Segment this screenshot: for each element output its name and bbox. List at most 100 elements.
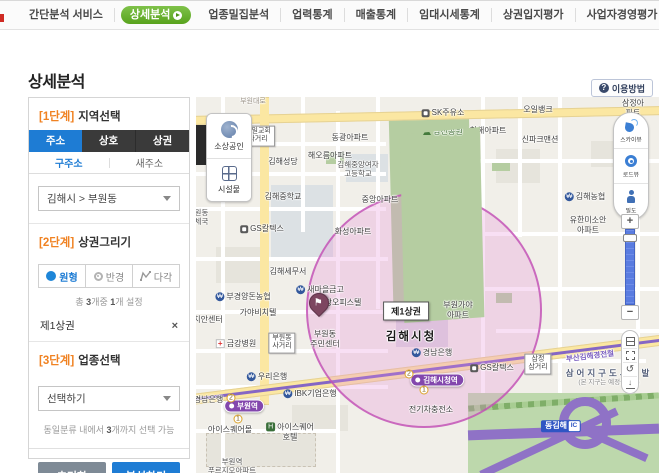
step2-badge: [2단계] (39, 237, 74, 249)
reset-button[interactable]: 초기화 (38, 462, 106, 473)
map-label: ₩경남은행 (196, 395, 223, 405)
shape-radius-button[interactable]: 반경 (86, 265, 133, 287)
page-title: 상세분석 (28, 68, 85, 92)
help-button-label: 이용방법 (612, 82, 645, 95)
map-label: 김해중앙여자 고등학교 (337, 160, 378, 178)
nav-item-label: 상세분석 (130, 6, 170, 24)
trade-area-name: 제1상권 (40, 318, 75, 333)
map-label: 부원동 사거리 (268, 333, 295, 354)
map-label: ₩김해농협 (565, 192, 605, 202)
reset-view-button[interactable]: ↺ (623, 362, 637, 376)
radius-shape-icon (94, 272, 103, 281)
download-button[interactable]: ↓ (623, 376, 637, 390)
nav-item[interactable]: 상권입지평가 (492, 8, 576, 22)
map-label: 김해중학교 (265, 192, 302, 202)
step1-header: [1단계]지역선택 (29, 98, 189, 130)
trade-area-label[interactable]: 제1상권 (383, 302, 429, 321)
nav-menu: 간단분석 서비스 상세분석 업종밀집분석 업력통계 매출통계 임대시세통계 상권입지평가 사업… (18, 6, 659, 24)
delete-area-icon[interactable]: × (172, 321, 178, 331)
tab-address[interactable]: 주소 (29, 130, 82, 152)
tab-store-name[interactable]: 상호 (82, 130, 136, 152)
trade-area-row: 제1상권 × (29, 312, 189, 341)
zoom-slider-track[interactable] (625, 229, 635, 305)
shape-summary: 총 3개중 1개 설정 (29, 295, 189, 308)
map-label: 동광아파트 (332, 133, 369, 143)
map-view-controls: 스카이뷰 로드뷰 밀도 (613, 112, 649, 220)
won-icon: ₩ (412, 349, 421, 358)
won-icon: ₩ (296, 286, 305, 295)
area-measure-button[interactable] (623, 348, 637, 362)
map-label: 치안센터 (196, 315, 223, 325)
map-label: 아이스퀘어몰 (208, 425, 252, 435)
road (196, 207, 386, 211)
satellite-dish-icon (625, 119, 638, 132)
small-business-icon (221, 121, 238, 138)
subtab-old-address[interactable]: 구주소 (29, 155, 109, 170)
nav-item-label: 업종밀집분석 (208, 9, 269, 21)
zoom-in-button[interactable]: + (621, 214, 639, 229)
facility-grid-icon (222, 166, 237, 181)
active-nav-icon (173, 11, 182, 20)
map-canvas[interactable]: 부원대로제일교회 사거리동광아파트SK주유소청해아파트오일뱅크삼정아파트해오름아… (196, 97, 659, 473)
map-label: SK주유소 (422, 108, 465, 118)
map-label: 2 (405, 370, 414, 379)
roadview-button[interactable]: 로드뷰 (614, 148, 648, 183)
nav-item[interactable]: 임대시세통계 (408, 8, 492, 22)
nav-item[interactable]: 상세분석 (121, 6, 191, 24)
nav-item[interactable]: 사업자경영평가 (576, 8, 659, 22)
skyview-button[interactable]: 스카이뷰 (614, 113, 648, 148)
shape-circle-button[interactable]: 원형 (39, 265, 86, 287)
analysis-sidebar: [1단계]지역선택 주소 상호 상권 구주소 새주소 김해시 > 부원동 [2단… (28, 97, 190, 459)
nav-item-label: 업력통계 (292, 9, 332, 21)
fuel-icon (240, 225, 248, 233)
map-label: ₩부경양돈농협 (215, 292, 270, 302)
map-label: 부원역 푸르지오아파트 (208, 457, 256, 473)
map-label: GS칼텍스 (240, 224, 284, 234)
fuel-icon (422, 109, 430, 117)
nav-edge-fragment (0, 14, 4, 22)
region-select[interactable]: 김해시 > 부원동 (38, 186, 180, 211)
help-button[interactable]: ? 이용방법 (591, 79, 653, 97)
map-label: 유한미소안 아파트 (570, 215, 607, 234)
map-label: 김해세무서 (270, 267, 307, 277)
search-type-tabs: 주소 상호 상권 (29, 130, 189, 152)
zoom-slider-handle[interactable] (623, 234, 637, 242)
undo-icon: ↺ (626, 364, 634, 375)
step2-header: [2단계]상권그리기 (29, 224, 189, 256)
map-label: 삼어지구도시개발 (566, 368, 653, 378)
map-label: IC (568, 420, 581, 432)
small-business-layer-button[interactable]: 소상공인 (207, 114, 251, 158)
nav-item-label: 상권입지평가 (503, 9, 564, 21)
plus-icon: + (216, 340, 225, 349)
nav-item[interactable]: 업종밀집분석 (197, 8, 281, 22)
chevron-down-icon (163, 196, 171, 201)
map-label: 부원동 주민센터 (310, 329, 339, 348)
analyze-button[interactable]: 분석하기 (112, 462, 180, 473)
map-label: 동김해 (541, 420, 571, 432)
map-label: 화성아파트 (335, 227, 372, 237)
hotel-icon: H (266, 423, 275, 432)
subtab-new-address[interactable]: 새주소 (110, 155, 190, 170)
zoom-out-button[interactable]: − (621, 305, 639, 320)
category-select[interactable]: 선택하기 (38, 386, 180, 411)
map-label: H아이스퀘어 호텔 (266, 422, 314, 441)
map-label: 중앙아파트 (362, 195, 399, 205)
cadastral-map-button[interactable] (623, 334, 637, 348)
shape-polygon-button[interactable]: 다각 (133, 265, 179, 287)
nav-item-label: 간단분석 서비스 (29, 9, 103, 21)
map-label: 부원가야 아파트 (443, 300, 472, 319)
fuel-icon (470, 364, 478, 372)
chevron-down-icon (163, 396, 171, 401)
map-overlay-panel: 소상공인 시설물 (206, 113, 252, 202)
top-navigation: 간단분석 서비스 상세분석 업종밀집분석 업력통계 매출통계 임대시세통계 상권입지평가 사업… (0, 0, 659, 30)
nav-item-label: 매출통계 (356, 9, 396, 21)
nav-item[interactable]: 간단분석 서비스 (18, 8, 115, 22)
facility-layer-button[interactable]: 시설물 (207, 158, 251, 201)
map-label: +금강병원 (216, 339, 256, 349)
step1-badge: [1단계] (39, 111, 74, 123)
map-label: 오일뱅크 (523, 105, 552, 115)
nav-item[interactable]: 업력통계 (281, 8, 344, 22)
address-type-subtabs: 구주소 새주소 (29, 152, 189, 174)
nav-item[interactable]: 매출통계 (345, 8, 408, 22)
tab-trade-area[interactable]: 상권 (136, 130, 189, 152)
